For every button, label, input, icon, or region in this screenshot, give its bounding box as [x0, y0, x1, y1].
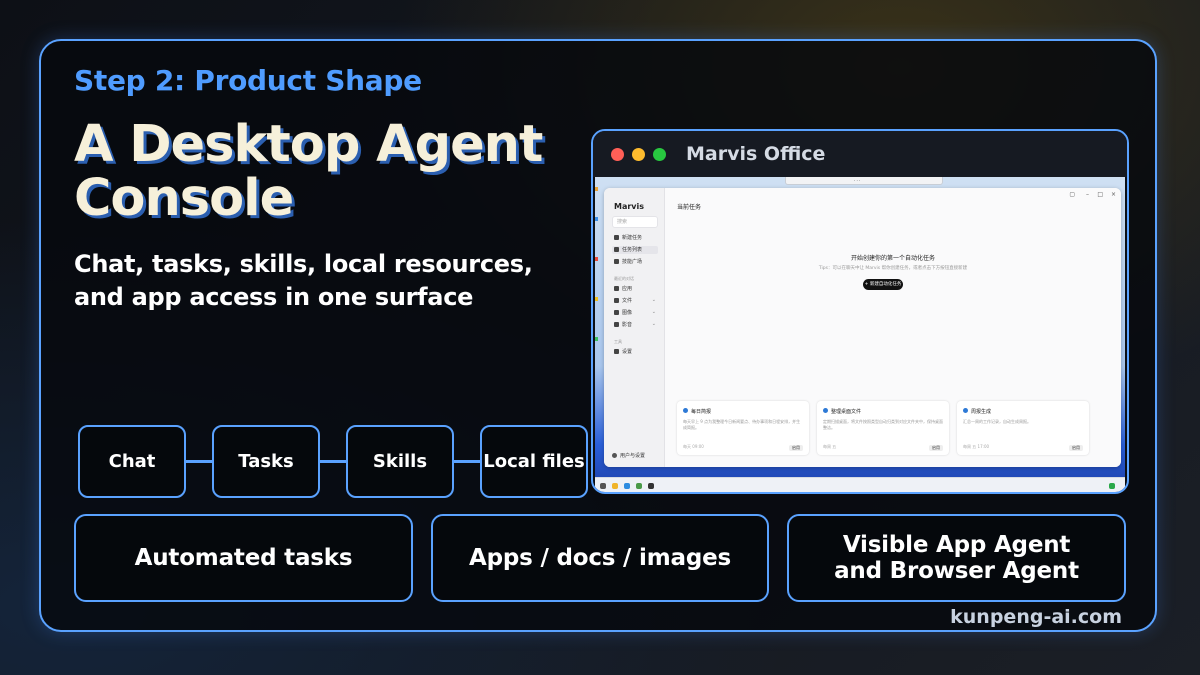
feature-automated-tasks: Automated tasks [74, 514, 413, 602]
marvis-app: Marvis 搜索 新建任务 任务列表 技能广场 最近的对话 应用 文件 ⌄ 图像… [604, 188, 1121, 467]
close-dot-icon[interactable] [611, 148, 624, 161]
sidebar-item-label: 设置 [622, 349, 633, 355]
sidebar-item-label: 文件 [622, 298, 633, 304]
card-schedule: 每周 五 [823, 444, 837, 449]
step-label: Step 2: Product Shape [74, 64, 422, 97]
toolbar-label: · · · [854, 178, 861, 183]
app-main: 当前任务 ▢ – □ × 开始创建你的第一个自动化任务 Tips：可以在聊天中让… [665, 188, 1121, 467]
card-description: 定期扫描桌面，将文件按照类型自动归类到对应文件夹中，保持桌面整洁。 [823, 419, 943, 430]
new-task-icon [614, 235, 619, 240]
minimize-dot-icon[interactable] [632, 148, 645, 161]
empty-state-title: 开始创建你的第一个自动化任务 [850, 255, 935, 262]
browser-icon[interactable] [624, 483, 630, 489]
main-title: 当前任务 [677, 204, 702, 211]
os-taskbar [595, 477, 1125, 492]
avatar [612, 453, 617, 458]
app-icon[interactable] [648, 483, 654, 489]
headline-line-2: Console [74, 169, 294, 228]
chip-connector [454, 460, 480, 463]
maximize-dot-icon[interactable] [653, 148, 666, 161]
headline-line-1: A Desktop Agent [74, 115, 543, 174]
search-icon[interactable] [600, 483, 606, 489]
new-task-button[interactable]: + 新建自动化任务 [863, 279, 903, 290]
sidebar-search-placeholder: 搜索 [617, 219, 628, 225]
card-schedule: 每天 09:00 [683, 444, 704, 449]
headline: A Desktop Agent Console [74, 115, 543, 228]
footer-url: kunpeng-ai.com [950, 606, 1122, 628]
sidebar-section-label: 工具 [614, 339, 622, 344]
gear-icon [614, 349, 619, 354]
floating-toolbar[interactable]: · · · [785, 177, 943, 185]
chip-chat: Chat [78, 425, 186, 498]
feature-apps-docs-images: Apps / docs / images [431, 514, 769, 602]
sidebar-item-label: 技能广场 [622, 259, 643, 265]
sidebar-item-label: 新建任务 [622, 235, 643, 241]
subtitle: Chat, tasks, skills, local resources, an… [74, 250, 533, 311]
close-icon[interactable]: × [1111, 191, 1116, 198]
card-enable-button[interactable]: 启用 [929, 445, 943, 451]
task-template-card[interactable]: 整理桌面文件 定期扫描桌面，将文件按照类型自动归类到对应文件夹中，保持桌面整洁。… [817, 401, 949, 455]
sidebar-item-images[interactable]: 图像 ⌄ [612, 309, 658, 317]
template-icon [683, 408, 688, 413]
card-title: 每日简报 [691, 409, 712, 415]
feature-visible-agents: Visible App Agent and Browser Agent [787, 514, 1126, 602]
apps-icon [614, 286, 619, 291]
app-sidebar: Marvis 搜索 新建任务 任务列表 技能广场 最近的对话 应用 文件 ⌄ 图像… [604, 188, 665, 467]
chrome-icon[interactable] [636, 483, 642, 489]
chip-skills: Skills [346, 425, 454, 498]
user-label: 用户与设置 [620, 453, 646, 459]
app-window: Marvis Office · · · Marvis 搜索 新建任务 任务列表 … [591, 129, 1129, 494]
template-icon [963, 408, 968, 413]
template-icon [823, 408, 828, 413]
app-brand: Marvis [614, 202, 645, 211]
task-template-card[interactable]: 每日简报 每天早上 9 点为我整理今日新闻要点、待办事项和日程安排，并生成简报。… [677, 401, 809, 455]
task-list-icon [614, 247, 619, 252]
chip-connector [320, 460, 346, 463]
chevron-down-icon: ⌄ [651, 297, 656, 303]
task-template-card[interactable]: 周报生成 汇总一周的工作记录，自动生成周报。 每周 五 17:00 启用 [957, 401, 1089, 455]
minimize-icon[interactable]: – [1086, 191, 1089, 198]
empty-state-tip: Tips：可以在聊天中让 Marvis 帮你创建任务，或者点击下方按钮直接新建 [818, 266, 968, 271]
sidebar-item-new-task[interactable]: 新建任务 [612, 234, 658, 242]
sidebar-item-label: 影音 [622, 322, 633, 328]
card-title: 周报生成 [971, 409, 992, 415]
chevron-down-icon: ⌄ [651, 309, 656, 315]
skills-icon [614, 259, 619, 264]
sidebar-item-media[interactable]: 影音 ⌄ [612, 321, 658, 329]
sidebar-item-settings[interactable]: 设置 [612, 348, 658, 356]
sidebar-item-label: 应用 [622, 286, 633, 292]
card-schedule: 每周 五 17:00 [963, 444, 990, 449]
chip-tasks: Tasks [212, 425, 320, 498]
card-description: 汇总一周的工作记录，自动生成周报。 [963, 419, 1031, 424]
sidebar-user[interactable]: 用户与设置 [612, 452, 645, 459]
sidebar-toggle-icon[interactable]: ▢ [1069, 191, 1075, 198]
chevron-down-icon: ⌄ [651, 321, 656, 327]
desktop-screenshot: · · · Marvis 搜索 新建任务 任务列表 技能广场 最近的对话 应用 … [595, 177, 1125, 492]
images-icon [614, 310, 619, 315]
card-enable-button[interactable]: 启用 [1069, 445, 1083, 451]
sidebar-section-label: 最近的对话 [614, 276, 634, 281]
sidebar-item-skills[interactable]: 技能广场 [612, 258, 658, 266]
card-enable-button[interactable]: 启用 [789, 445, 803, 451]
sidebar-item-apps[interactable]: 应用 [612, 285, 658, 293]
chip-local-files: Local files [480, 425, 588, 498]
chip-connector [186, 460, 212, 463]
window-titlebar: Marvis Office [593, 131, 1127, 177]
media-icon [614, 322, 619, 327]
sidebar-item-task-list[interactable]: 任务列表 [612, 246, 658, 254]
desktop-edge-icons [595, 177, 599, 478]
tray-icon[interactable] [1109, 483, 1115, 489]
maximize-icon[interactable]: □ [1097, 191, 1103, 198]
sidebar-item-label: 任务列表 [622, 247, 643, 253]
folder-icon[interactable] [612, 483, 618, 489]
sidebar-item-files[interactable]: 文件 ⌄ [612, 297, 658, 305]
sidebar-search-input[interactable]: 搜索 [612, 216, 658, 228]
card-title: 整理桌面文件 [831, 409, 862, 415]
card-description: 每天早上 9 点为我整理今日新闻要点、待办事项和日程安排，并生成简报。 [683, 419, 801, 430]
window-title: Marvis Office [686, 143, 826, 165]
files-icon [614, 298, 619, 303]
sidebar-item-label: 图像 [622, 310, 633, 316]
